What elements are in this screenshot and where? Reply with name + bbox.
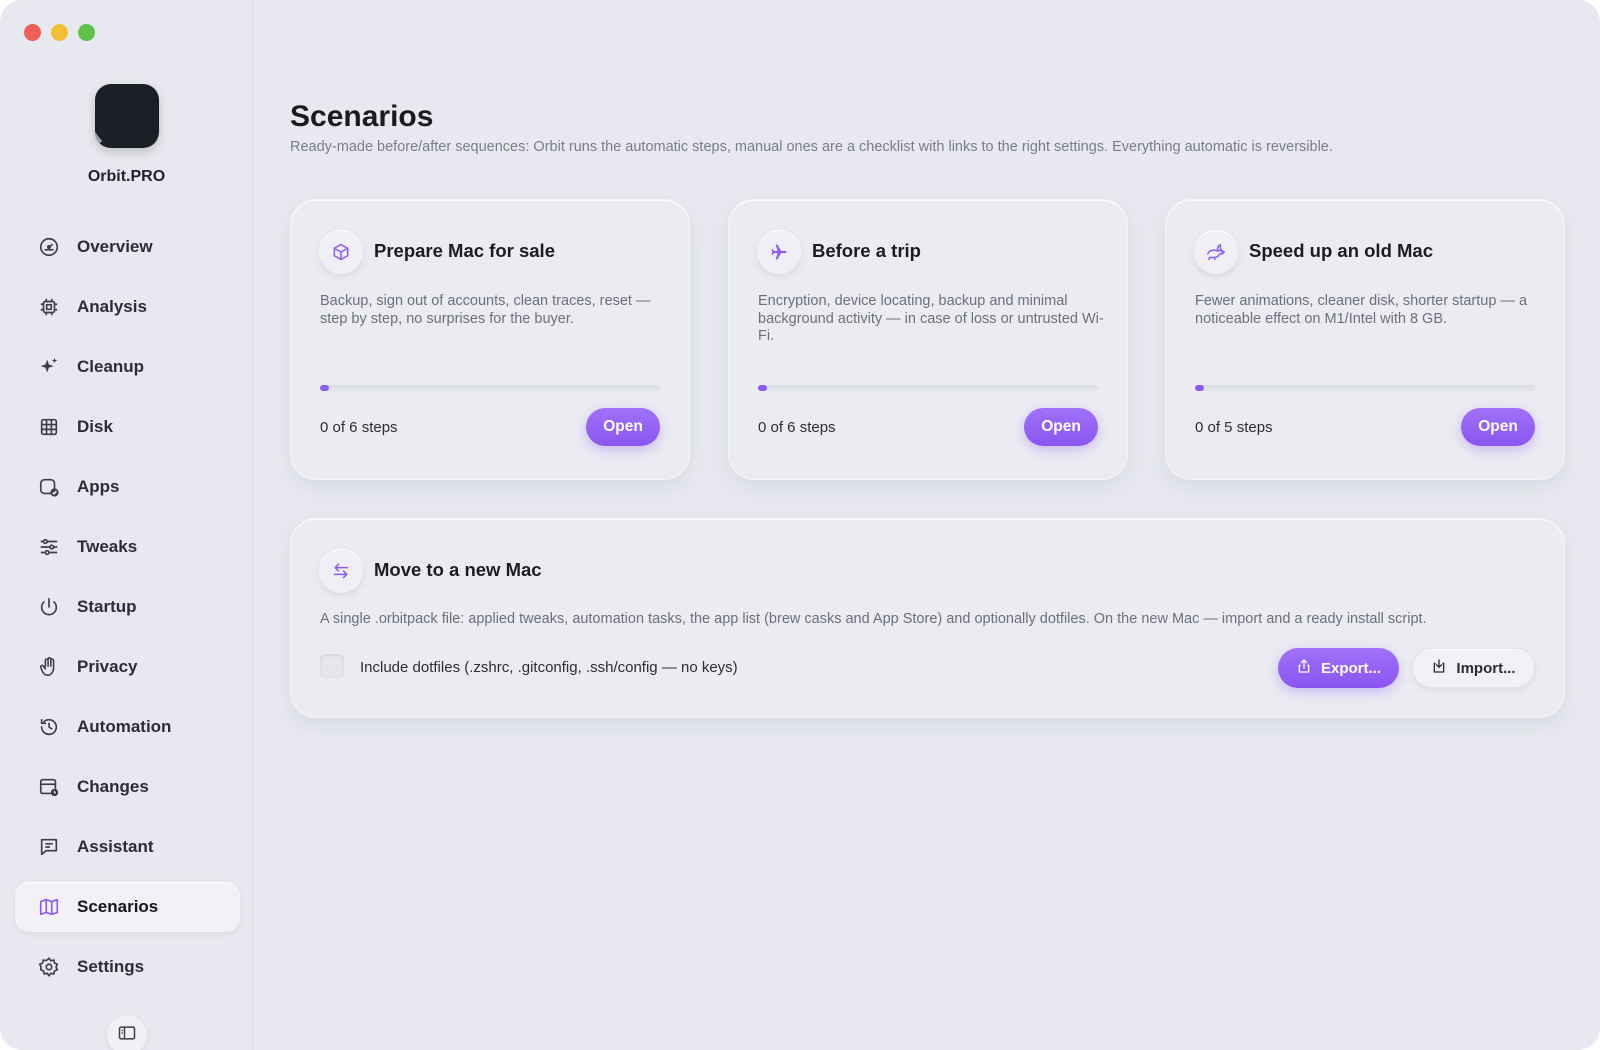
scenario-title: Before a trip <box>812 240 921 261</box>
scenario-steps-count: 0 of 5 steps <box>1195 419 1273 436</box>
app-logo <box>95 84 159 148</box>
sidebar-toggle-button[interactable] <box>107 1015 147 1050</box>
open-scenario-button[interactable]: Open <box>586 408 660 446</box>
sliders-icon <box>37 535 61 559</box>
include-dotfiles-label[interactable]: Include dotfiles (.zshrc, .gitconfig, .s… <box>360 659 738 676</box>
sidebar-item-label: Privacy <box>77 657 138 676</box>
scenario-steps-count: 0 of 6 steps <box>758 419 836 436</box>
sidebar-item-label: Cleanup <box>77 357 145 376</box>
sidebar-item-label: Tweaks <box>77 537 138 556</box>
open-scenario-button[interactable]: Open <box>1024 408 1098 446</box>
map-icon <box>37 895 61 919</box>
sidebar-item-label: Assistant <box>77 837 154 856</box>
power-icon <box>37 595 61 619</box>
migrate-card: Move to a new Mac A single .orbitpack fi… <box>290 518 1565 718</box>
sidebar-item-disk[interactable]: Disk <box>15 402 240 452</box>
share-icon <box>1296 658 1312 678</box>
sidebar-item-apps[interactable]: Apps <box>15 462 240 512</box>
scenario-steps-count: 0 of 6 steps <box>320 419 398 436</box>
scenario-progress-bar <box>320 385 660 391</box>
rabbit-icon <box>1194 230 1238 274</box>
sidebar-item-startup[interactable]: Startup <box>15 582 240 632</box>
airplane-icon <box>757 230 801 274</box>
box-icon <box>319 230 363 274</box>
sidebar-item-privacy[interactable]: Privacy <box>15 642 240 692</box>
gauge-icon <box>37 235 61 259</box>
page-title: Scenarios <box>290 100 434 133</box>
include-dotfiles-checkbox[interactable] <box>320 654 344 678</box>
arrows-swap-icon <box>319 549 363 593</box>
sidebar-item-label: Scenarios <box>77 897 159 916</box>
sidebar-item-tweaks[interactable]: Tweaks <box>15 522 240 572</box>
sidebar-item-settings[interactable]: Settings <box>15 942 240 992</box>
sidebar-item-label: Analysis <box>77 297 147 316</box>
migrate-description: A single .orbitpack file: applied tweaks… <box>320 611 1427 627</box>
sidebar-item-automation[interactable]: Automation <box>15 702 240 752</box>
app-name: Orbit.PRO <box>87 168 166 185</box>
app-check-icon <box>37 475 61 499</box>
sidebar: Orbit.PRO Overview Analysis Cleanup Disk… <box>0 0 253 1050</box>
chip-icon <box>37 295 61 319</box>
scenario-description: Backup, sign out of accounts, clean trac… <box>320 293 651 327</box>
import-button[interactable]: Import... <box>1412 648 1535 688</box>
sidebar-item-label: Disk <box>77 417 113 436</box>
scenario-description: Fewer animations, cleaner disk, shorter … <box>1195 293 1528 327</box>
import-label: Import... <box>1456 659 1516 677</box>
scenario-title: Speed up an old Mac <box>1249 240 1433 261</box>
gear-icon <box>37 955 61 979</box>
hand-icon <box>37 655 61 679</box>
sidebar-nav: Overview Analysis Cleanup Disk Apps Twea… <box>15 222 240 1002</box>
sidebar-item-label: Startup <box>77 597 137 616</box>
sidebar-item-overview[interactable]: Overview <box>15 222 240 272</box>
sidebar-item-label: Overview <box>77 237 153 256</box>
grid-icon <box>37 415 61 439</box>
scenario-card-before-trip: Before a trip Encryption, device locatin… <box>728 199 1128 480</box>
open-scenario-button[interactable]: Open <box>1461 408 1535 446</box>
sidebar-toggle-icon <box>117 1023 137 1048</box>
progress-fill <box>320 385 329 391</box>
sidebar-item-cleanup[interactable]: Cleanup <box>15 342 240 392</box>
app-window: Orbit.PRO Overview Analysis Cleanup Disk… <box>0 0 1600 1050</box>
sidebar-item-changes[interactable]: Changes <box>15 762 240 812</box>
sidebar-item-assistant[interactable]: Assistant <box>15 822 240 872</box>
scenario-progress-bar <box>1195 385 1535 391</box>
export-label: Export... <box>1320 659 1381 677</box>
sidebar-item-analysis[interactable]: Analysis <box>15 282 240 332</box>
sidebar-item-scenarios[interactable]: Scenarios <box>15 882 240 932</box>
scenario-progress-bar <box>758 385 1098 391</box>
scenario-card-speed-up: Speed up an old Mac Fewer animations, cl… <box>1165 199 1565 480</box>
sidebar-item-label: Apps <box>77 477 120 496</box>
migrate-title: Move to a new Mac <box>374 559 542 580</box>
scenario-card-prepare-sale: Prepare Mac for sale Backup, sign out of… <box>290 199 690 480</box>
import-icon <box>1431 658 1447 678</box>
history-icon <box>37 715 61 739</box>
scenario-title: Prepare Mac for sale <box>374 240 555 261</box>
progress-fill <box>758 385 767 391</box>
export-button[interactable]: Export... <box>1278 648 1399 688</box>
sparkles-icon <box>37 355 61 379</box>
calendar-clock-icon <box>37 775 61 799</box>
sidebar-item-label: Changes <box>77 777 149 796</box>
sidebar-item-label: Settings <box>77 957 145 976</box>
sidebar-item-label: Automation <box>77 717 172 736</box>
scenario-description: Encryption, device locating, backup and … <box>758 293 1104 344</box>
page-subtitle: Ready-made before/after sequences: Orbit… <box>290 139 1333 155</box>
progress-fill <box>1195 385 1204 391</box>
chat-icon <box>37 835 61 859</box>
